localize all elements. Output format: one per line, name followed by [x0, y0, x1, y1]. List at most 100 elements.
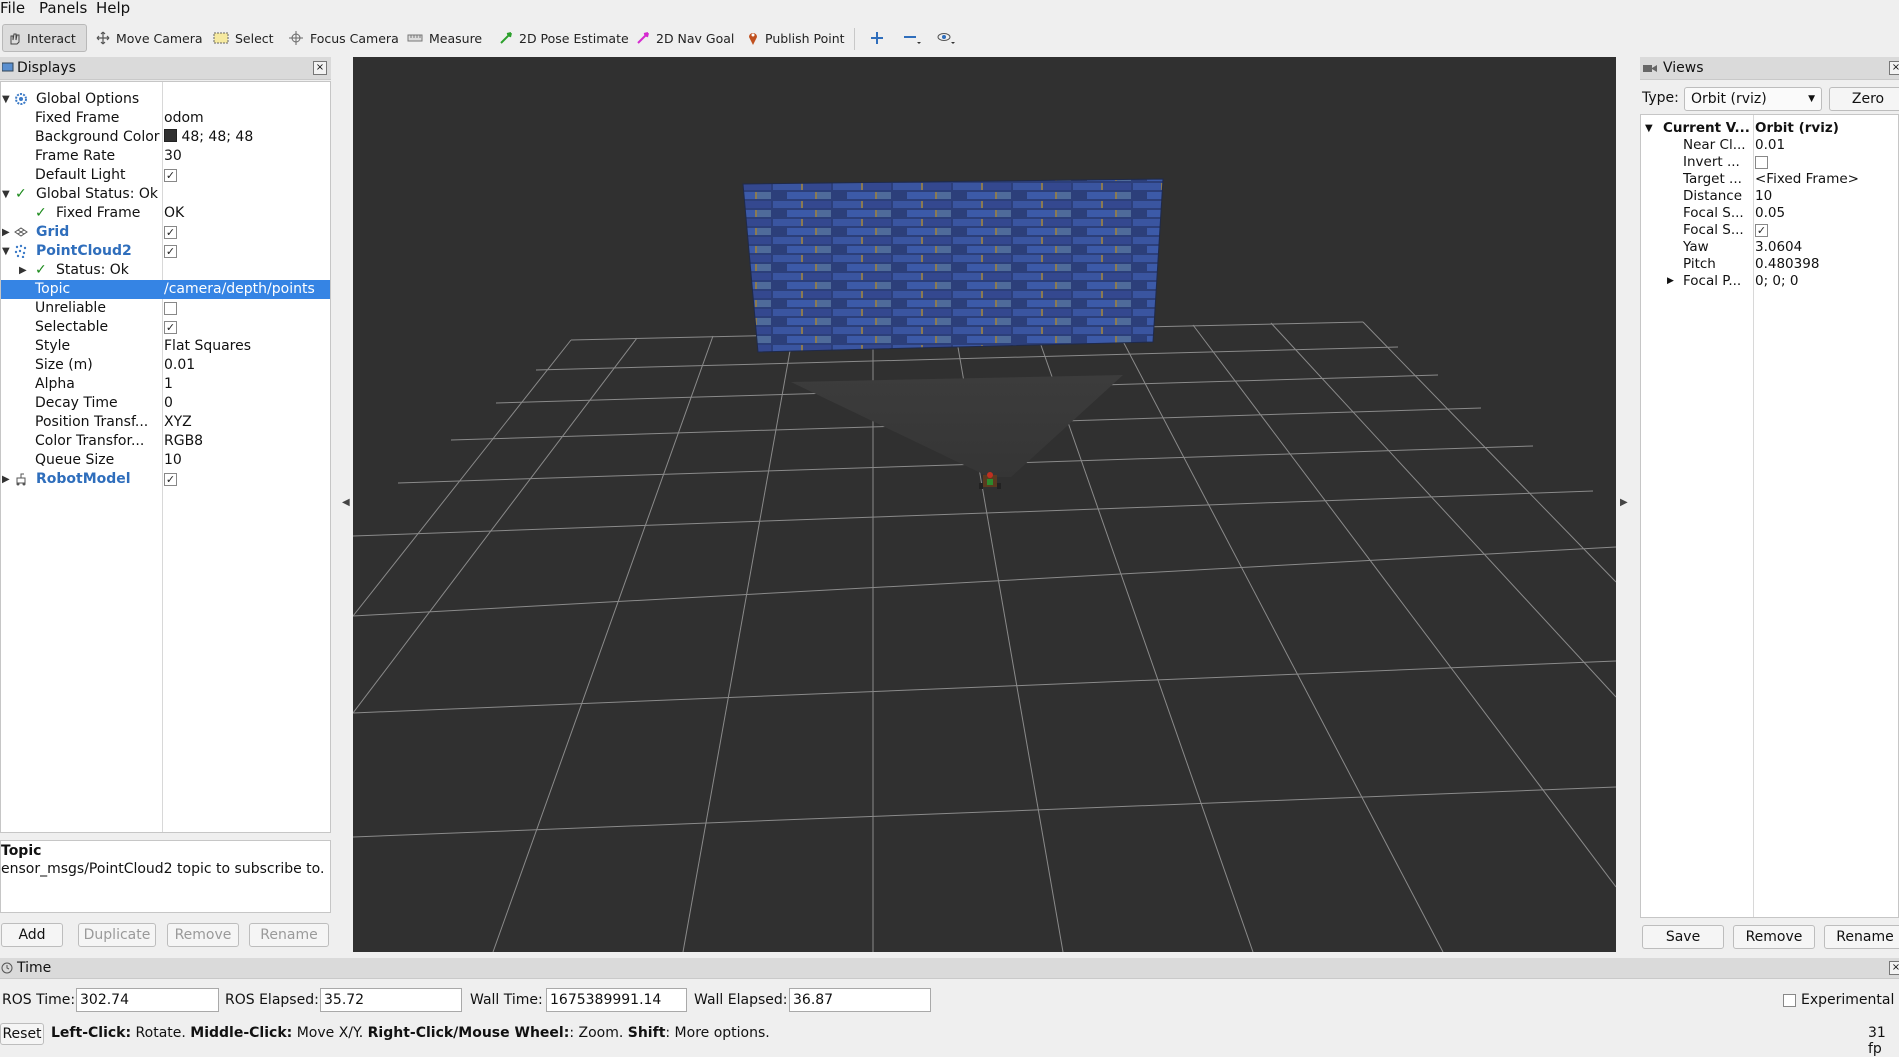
view-row-yaw[interactable]: Yaw 3.0604 — [1641, 239, 1898, 256]
remove-view-button[interactable]: Remove — [1733, 925, 1815, 949]
tree-row-size[interactable]: Size (m) 0.01 — [1, 356, 330, 375]
row-value[interactable] — [164, 299, 177, 318]
expand-arrow-icon[interactable]: ▼ — [2, 242, 10, 261]
view-row-value[interactable]: 0.01 — [1755, 137, 1785, 154]
close-icon[interactable]: × — [1889, 61, 1899, 75]
menu-file[interactable]: File — [0, 0, 25, 17]
duplicate-display-button[interactable]: Duplicate — [78, 923, 156, 947]
tree-row-alpha[interactable]: Alpha 1 — [1, 375, 330, 394]
collapse-arrow-icon[interactable]: ▶ — [2, 470, 10, 489]
view-row-pitch[interactable]: Pitch 0.480398 — [1641, 256, 1898, 273]
scene-3d[interactable] — [352, 57, 1617, 953]
view-row-value[interactable]: 3.0604 — [1755, 239, 1802, 256]
view-row-value[interactable] — [1755, 154, 1768, 171]
close-icon[interactable]: × — [313, 61, 327, 75]
row-value[interactable]: 0.01 — [164, 356, 195, 375]
experimental-checkbox[interactable] — [1783, 994, 1796, 1007]
tool-select[interactable]: Select — [209, 24, 278, 52]
tree-row-status-ok[interactable]: ▶ ✓ Status: Ok — [1, 261, 330, 280]
row-value[interactable]: ✓ — [164, 318, 177, 337]
tree-row-robotmodel[interactable]: ▶ RobotModel ✓ — [1, 470, 330, 489]
expand-arrow-icon[interactable]: ▼ — [1645, 120, 1653, 137]
views-tree[interactable]: ▼ Current V... Orbit (rviz) Near Cl... 0… — [1640, 114, 1899, 918]
left-splitter-arrow-icon[interactable]: ◀ — [342, 497, 350, 508]
view-row-value[interactable]: <Fixed Frame> — [1755, 171, 1859, 188]
row-value[interactable]: /camera/depth/points — [164, 280, 315, 299]
view-row-value[interactable]: 0.05 — [1755, 205, 1785, 222]
view-row-current[interactable]: ▼ Current V... Orbit (rviz) — [1641, 120, 1898, 137]
row-value[interactable]: Flat Squares — [164, 337, 251, 356]
ros-elapsed-field[interactable]: 35.72 — [320, 988, 462, 1012]
collapse-arrow-icon[interactable]: ▶ — [1667, 273, 1674, 290]
checkbox-checked[interactable]: ✓ — [164, 168, 177, 182]
checkbox-checked[interactable]: ✓ — [164, 320, 177, 334]
tree-row-grid[interactable]: ▶ Grid ✓ — [1, 223, 330, 242]
row-value[interactable]: ✓ — [164, 242, 177, 261]
close-icon[interactable]: × — [1889, 961, 1899, 975]
zero-button[interactable]: Zero — [1829, 87, 1899, 111]
color-value[interactable]: 48; 48; 48 — [164, 128, 253, 147]
tree-row-fixed-frame[interactable]: Fixed Frame odom — [1, 109, 330, 128]
tree-row-position-transformer[interactable]: Position Transf... XYZ — [1, 413, 330, 432]
tool-measure[interactable]: Measure — [403, 24, 486, 52]
view-row-value[interactable]: 10 — [1755, 188, 1772, 205]
rename-view-button[interactable]: Rename — [1824, 925, 1899, 949]
tool-interact[interactable]: Interact — [2, 24, 87, 52]
tree-row-style[interactable]: Style Flat Squares — [1, 337, 330, 356]
row-value[interactable]: 0 — [164, 394, 173, 413]
view-row-focal-point[interactable]: ▶ Focal P... 0; 0; 0 — [1641, 273, 1898, 290]
row-value[interactable]: XYZ — [164, 413, 192, 432]
tool-focus-camera[interactable]: Focus Camera — [284, 24, 403, 52]
render-viewport[interactable] — [352, 57, 1617, 953]
menu-panels[interactable]: Panels — [39, 0, 87, 17]
view-row-value[interactable]: ✓ — [1755, 222, 1768, 239]
tool-properties-button[interactable] — [933, 24, 961, 52]
tree-row-default-light[interactable]: Default Light ✓ — [1, 166, 330, 185]
checkbox-checked[interactable]: ✓ — [164, 244, 177, 258]
tree-row-selectable[interactable]: Selectable ✓ — [1, 318, 330, 337]
ros-time-field[interactable]: 302.74 — [76, 988, 219, 1012]
tree-row-fixed-frame-status[interactable]: ✓ Fixed Frame OK — [1, 204, 330, 223]
checkbox-unchecked[interactable] — [1755, 155, 1768, 169]
view-row-value[interactable]: 0.480398 — [1755, 256, 1819, 273]
checkbox-checked[interactable]: ✓ — [1755, 223, 1768, 237]
wall-time-field[interactable]: 1675389991.14 — [546, 988, 687, 1012]
row-value[interactable]: 1 — [164, 375, 173, 394]
row-value[interactable]: 30 — [164, 147, 182, 166]
checkbox-checked[interactable]: ✓ — [164, 472, 177, 486]
row-value[interactable]: ✓ — [164, 223, 177, 242]
right-splitter-arrow-icon[interactable]: ▶ — [1620, 497, 1628, 508]
add-display-button[interactable]: Add — [1, 923, 63, 947]
tree-row-topic[interactable]: Topic /camera/depth/points — [1, 280, 330, 299]
save-view-button[interactable]: Save — [1642, 925, 1724, 949]
view-row-invert[interactable]: Invert ... — [1641, 154, 1898, 171]
view-row-target-frame[interactable]: Target ... <Fixed Frame> — [1641, 171, 1898, 188]
view-row-distance[interactable]: Distance 10 — [1641, 188, 1898, 205]
tree-row-unreliable[interactable]: Unreliable — [1, 299, 330, 318]
remove-display-button[interactable]: Remove — [167, 923, 239, 947]
expand-arrow-icon[interactable]: ▼ — [2, 185, 10, 204]
tool-nav-goal[interactable]: 2D Nav Goal — [632, 24, 738, 52]
remove-tool-button[interactable] — [899, 24, 925, 52]
collapse-arrow-icon[interactable]: ▶ — [19, 261, 27, 280]
wall-elapsed-field[interactable]: 36.87 — [789, 988, 931, 1012]
tool-publish-point[interactable]: Publish Point — [743, 24, 849, 52]
menu-help[interactable]: Help — [96, 0, 130, 17]
view-row-focal-shape-size[interactable]: Focal S... 0.05 — [1641, 205, 1898, 222]
tool-move-camera[interactable]: Move Camera — [92, 24, 207, 52]
row-value[interactable]: ✓ — [164, 470, 177, 489]
reset-button[interactable]: Reset — [0, 1023, 44, 1045]
view-type-select[interactable]: Orbit (rviz) ▼ — [1684, 87, 1822, 111]
tree-row-global-status[interactable]: ▼ ✓ Global Status: Ok — [1, 185, 330, 204]
tree-row-background-color[interactable]: Background Color 48; 48; 48 — [1, 128, 330, 147]
add-tool-button[interactable] — [866, 24, 888, 52]
collapse-arrow-icon[interactable]: ▶ — [2, 223, 10, 242]
row-value[interactable]: odom — [164, 109, 204, 128]
tree-row-pointcloud2[interactable]: ▼ PointCloud2 ✓ — [1, 242, 330, 261]
tree-row-decay-time[interactable]: Decay Time 0 — [1, 394, 330, 413]
view-row-focal-shape-fixed[interactable]: Focal S... ✓ — [1641, 222, 1898, 239]
view-row-value[interactable]: 0; 0; 0 — [1755, 273, 1798, 290]
view-row-near-clip[interactable]: Near Cl... 0.01 — [1641, 137, 1898, 154]
tree-row-queue-size[interactable]: Queue Size 10 — [1, 451, 330, 470]
row-value[interactable]: RGB8 — [164, 432, 203, 451]
